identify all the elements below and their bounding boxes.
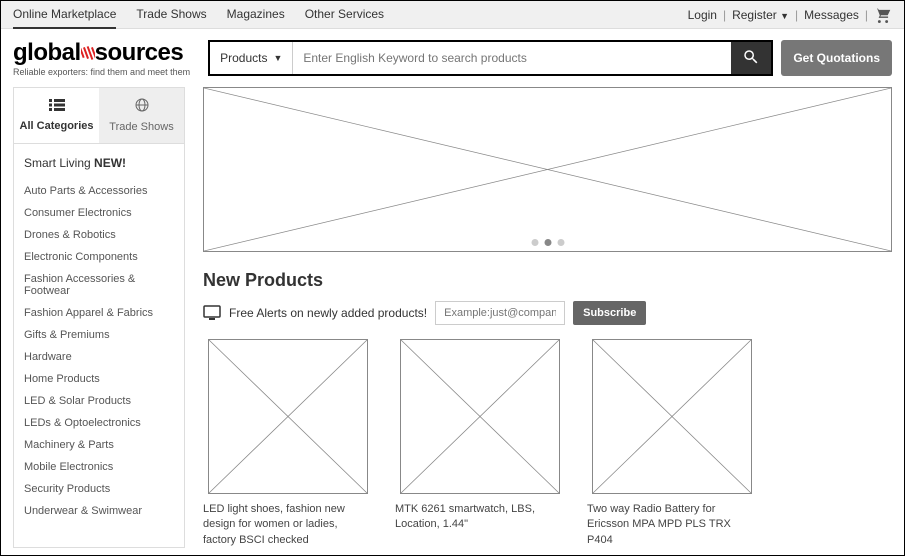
carousel-dot[interactable] [544, 239, 551, 246]
top-navbar: Online Marketplace Trade Shows Magazines… [1, 1, 904, 29]
login-link[interactable]: Login [688, 8, 717, 22]
search-category-label: Products [220, 51, 267, 65]
logo-text-b: sources [95, 39, 184, 66]
topnav-magazines[interactable]: Magazines [227, 1, 285, 29]
category-item[interactable]: Drones & Robotics [24, 224, 174, 246]
product-card[interactable]: Two way Radio Battery for Ericsson MPA M… [587, 339, 757, 548]
sidebar-tab-label: Trade Shows [109, 121, 173, 133]
subscribe-button[interactable]: Subscribe [573, 301, 646, 325]
hero-carousel[interactable] [203, 87, 892, 252]
sidebar-tab-categories[interactable]: All Categories [14, 88, 99, 143]
category-item[interactable]: Machinery & Parts [24, 434, 174, 456]
category-item[interactable]: Gifts & Premiums [24, 324, 174, 346]
category-item[interactable]: Home Products [24, 368, 174, 390]
email-input[interactable] [435, 301, 565, 325]
product-card[interactable]: LED light shoes, fashion new design for … [203, 339, 373, 548]
hero-image-placeholder [203, 87, 892, 252]
product-image-placeholder [208, 339, 368, 494]
product-title: MTK 6261 smartwatch, LBS, Location, 1.44… [395, 502, 565, 533]
carousel-dot[interactable] [531, 239, 538, 246]
divider: | [865, 8, 868, 22]
product-card[interactable]: MTK 6261 smartwatch, LBS, Location, 1.44… [395, 339, 565, 548]
logo[interactable]: global sources Reliable exporters: find t… [13, 39, 190, 77]
logo-tagline: Reliable exporters: find them and meet t… [13, 67, 190, 77]
carousel-dots [531, 239, 564, 246]
search-button[interactable] [731, 42, 771, 74]
search-box: Products ▼ [208, 40, 773, 76]
search-category-select[interactable]: Products ▼ [210, 42, 293, 74]
category-item[interactable]: Mobile Electronics [24, 456, 174, 478]
logo-accent-icon [81, 39, 95, 53]
search-icon [742, 48, 760, 69]
chevron-down-icon: ▼ [780, 11, 789, 21]
list-icon [18, 98, 95, 116]
monitor-icon [203, 305, 221, 321]
category-item[interactable]: Underwear & Swimwear [24, 500, 174, 522]
product-title: LED light shoes, fashion new design for … [203, 502, 373, 548]
register-link[interactable]: Register ▼ [732, 8, 789, 22]
product-title: Two way Radio Battery for Ericsson MPA M… [587, 502, 757, 548]
sidebar: All Categories Trade Shows Smart Living … [13, 87, 185, 548]
globe-icon [103, 98, 180, 117]
sidebar-tab-tradeshows[interactable]: Trade Shows [99, 88, 184, 143]
topnav-other[interactable]: Other Services [305, 1, 384, 29]
sidebar-tab-label: All Categories [20, 120, 94, 132]
messages-link[interactable]: Messages [804, 8, 859, 22]
divider: | [723, 8, 726, 22]
category-item[interactable]: Hardware [24, 346, 174, 368]
category-item[interactable]: Fashion Apparel & Fabrics [24, 302, 174, 324]
get-quotations-button[interactable]: Get Quotations [781, 40, 892, 76]
category-item[interactable]: Auto Parts & Accessories [24, 180, 174, 202]
product-image-placeholder [592, 339, 752, 494]
category-item[interactable]: LEDs & Optoelectronics [24, 412, 174, 434]
section-title: New Products [203, 270, 892, 291]
product-grid: LED light shoes, fashion new design for … [203, 339, 892, 548]
product-image-placeholder [400, 339, 560, 494]
search-input[interactable] [293, 42, 731, 74]
cart-icon[interactable] [874, 7, 892, 23]
sidebar-featured-link[interactable]: Smart Living NEW! [24, 156, 174, 170]
category-item[interactable]: Consumer Electronics [24, 202, 174, 224]
alerts-row: Free Alerts on newly added products! Sub… [203, 301, 892, 325]
category-item[interactable]: LED & Solar Products [24, 390, 174, 412]
header: global sources Reliable exporters: find t… [1, 29, 904, 87]
topnav-marketplace[interactable]: Online Marketplace [13, 1, 116, 29]
chevron-down-icon: ▼ [273, 53, 282, 63]
alerts-text: Free Alerts on newly added products! [229, 306, 427, 320]
category-item[interactable]: Security Products [24, 478, 174, 500]
logo-text-a: global [13, 39, 81, 66]
category-item[interactable]: Fashion Accessories & Footwear [24, 268, 174, 302]
divider: | [795, 8, 798, 22]
category-list: Auto Parts & Accessories Consumer Electr… [24, 180, 174, 522]
topnav-tradeshows[interactable]: Trade Shows [136, 1, 206, 29]
content-area: New Products Free Alerts on newly added … [203, 87, 892, 548]
carousel-dot[interactable] [557, 239, 564, 246]
category-item[interactable]: Electronic Components [24, 246, 174, 268]
